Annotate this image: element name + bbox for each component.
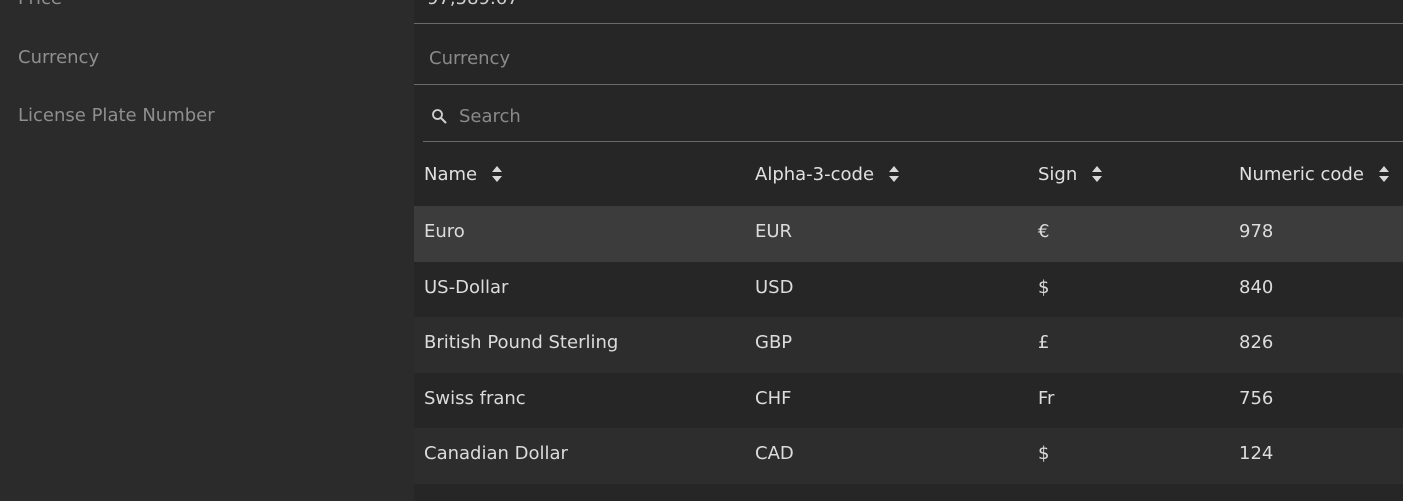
column-header-label: Numeric code	[1239, 164, 1364, 185]
cell-sign: €	[1038, 221, 1050, 242]
column-header-numeric-code[interactable]: Numeric code	[1239, 164, 1390, 185]
column-header-label: Alpha-3-code	[755, 164, 875, 185]
price-field-value[interactable]: 97,589.67	[427, 0, 519, 9]
column-header-name[interactable]: Name	[424, 164, 503, 185]
table-row[interactable]: US-Dollar USD $ 840	[414, 261, 1403, 318]
currency-form-page: Price Currency License Plate Number 97,5…	[0, 0, 1403, 501]
cell-numeric: 124	[1239, 443, 1274, 465]
cell-numeric: 826	[1239, 332, 1274, 354]
sort-icon[interactable]	[491, 165, 503, 183]
search-icon	[432, 109, 447, 124]
search-underline	[423, 141, 1403, 142]
table-row[interactable]: British Pound Sterling GBP £ 826	[414, 317, 1403, 373]
table-row[interactable]: Swiss franc CHF Fr 756	[414, 372, 1403, 429]
cell-name: British Pound Sterling	[424, 332, 619, 354]
cell-sign: Fr	[1038, 387, 1055, 409]
currency-placeholder: Currency	[429, 48, 511, 69]
table-row[interactable]: Canadian Dollar CAD $ 124	[414, 428, 1403, 484]
cell-alpha3: EUR	[755, 221, 793, 242]
currency-field-underline	[414, 84, 1403, 85]
form-labels-column: Price Currency License Plate Number	[0, 0, 414, 501]
cell-alpha3: GBP	[755, 332, 793, 354]
column-header-alpha3[interactable]: Alpha-3-code	[755, 164, 900, 185]
column-header-label: Name	[424, 164, 478, 185]
cell-name: US-Dollar	[424, 276, 509, 298]
table-row[interactable]: Euro EUR € 978	[414, 206, 1403, 262]
sort-icon[interactable]	[888, 165, 900, 183]
cell-sign: $	[1038, 276, 1050, 298]
column-header-sign[interactable]: Sign	[1038, 164, 1103, 185]
license-plate-label: License Plate Number	[18, 105, 215, 126]
cell-name: Euro	[424, 221, 465, 242]
cell-numeric: 756	[1239, 387, 1274, 409]
sort-icon[interactable]	[1378, 165, 1390, 183]
cell-name: Swiss franc	[424, 387, 526, 409]
form-values-column: 97,589.67 Currency Name Alpha-3-code	[414, 0, 1403, 501]
price-label: Price	[18, 0, 62, 9]
cell-alpha3: USD	[755, 276, 794, 298]
currency-label: Currency	[18, 47, 100, 68]
cell-sign: £	[1038, 332, 1050, 354]
cell-name: Canadian Dollar	[424, 443, 568, 465]
column-header-label: Sign	[1038, 164, 1078, 185]
cell-sign: $	[1038, 443, 1050, 465]
table-header: Name Alpha-3-code Sign Numeric code	[414, 148, 1403, 206]
search-input[interactable]	[459, 102, 1359, 130]
cell-alpha3: CAD	[755, 443, 794, 465]
sort-icon[interactable]	[1091, 165, 1103, 183]
currency-select[interactable]: Currency	[414, 24, 1403, 84]
currency-search-bar	[423, 90, 1403, 141]
cell-alpha3: CHF	[755, 387, 792, 409]
cell-numeric: 840	[1239, 276, 1274, 298]
cell-numeric: 978	[1239, 221, 1274, 242]
currency-table: Name Alpha-3-code Sign Numeric code Euro	[414, 148, 1403, 484]
